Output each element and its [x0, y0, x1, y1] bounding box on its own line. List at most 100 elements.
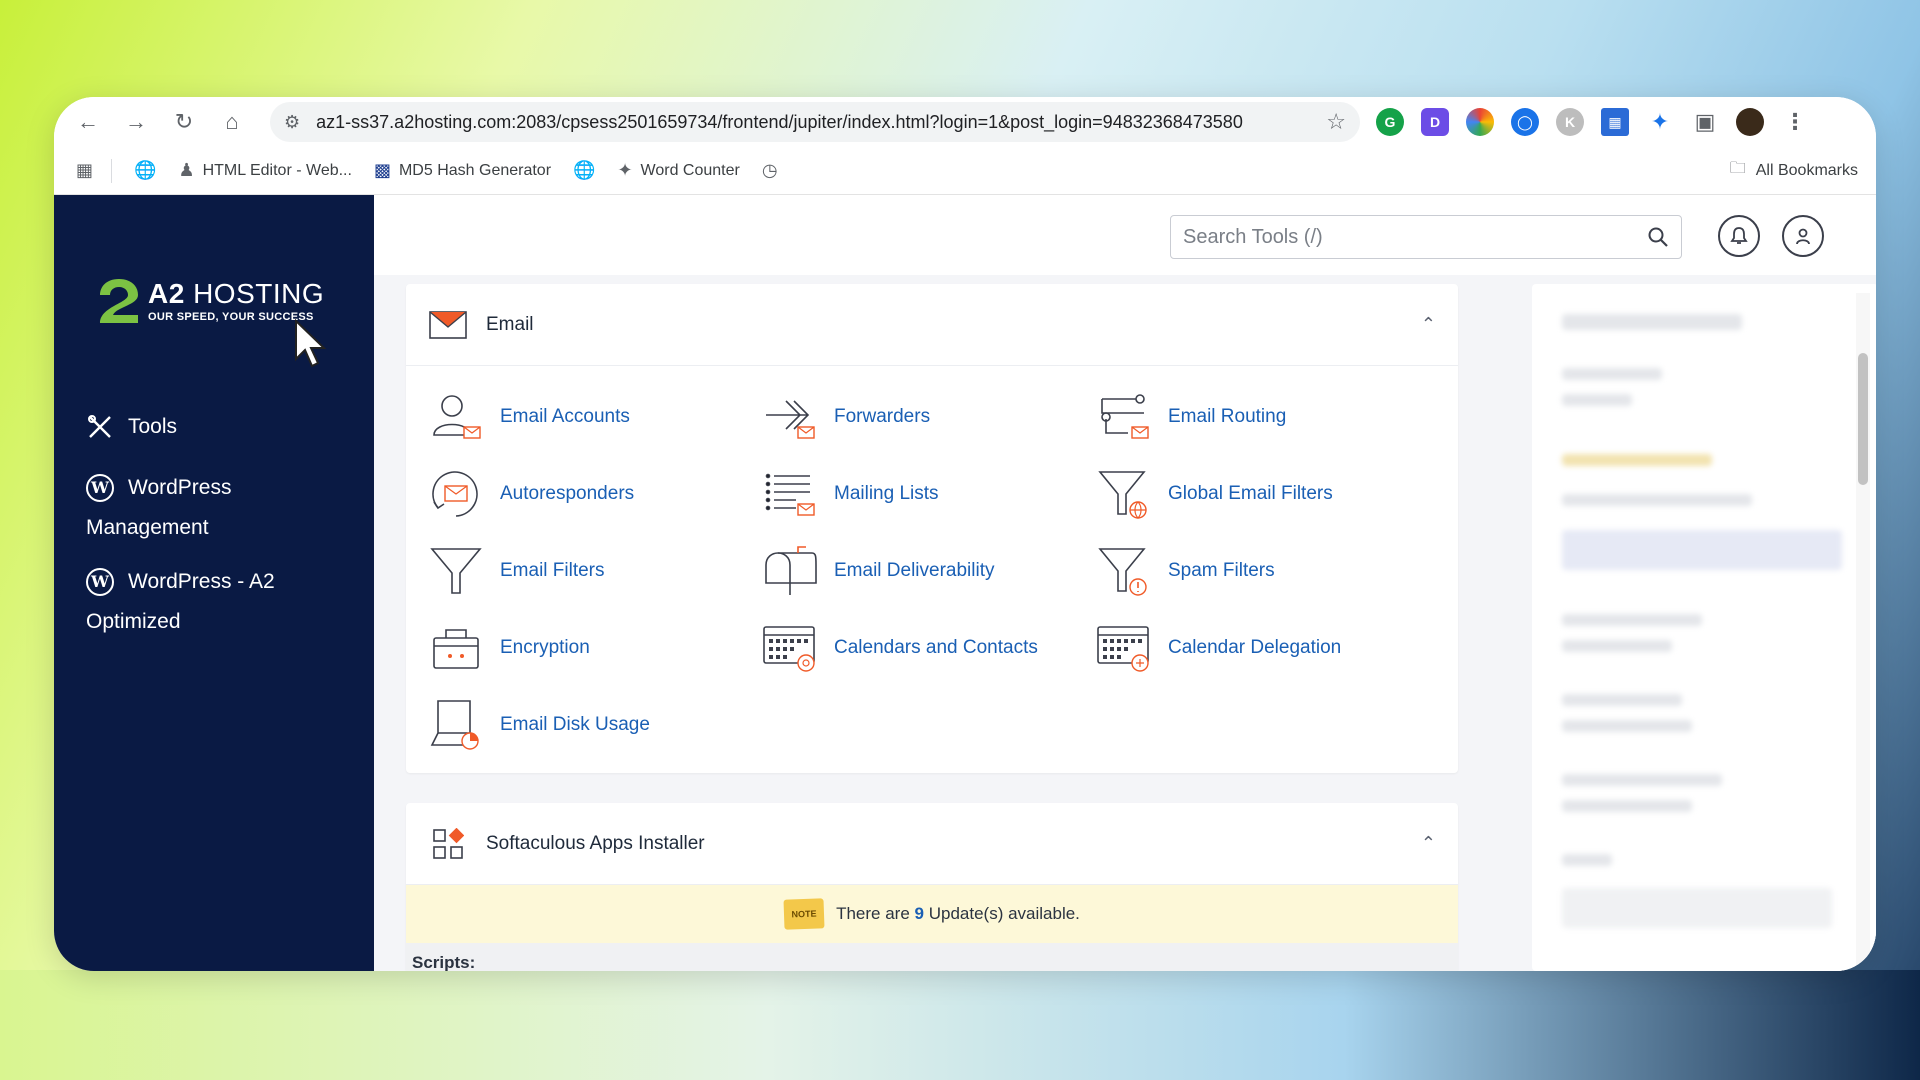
tool-email-disk-usage[interactable]: Email Disk Usage — [428, 686, 762, 763]
notifications-button[interactable] — [1718, 215, 1760, 257]
apps-grid-icon[interactable]: ▦ — [76, 160, 93, 181]
color-picker-icon[interactable] — [1466, 108, 1494, 136]
mouse-cursor-icon — [295, 319, 327, 368]
tool-autoresponders[interactable]: Autoresponders — [428, 455, 762, 532]
a2-logo-mark-icon — [100, 279, 138, 323]
bookmark-globe-2[interactable]: 🌐 — [573, 160, 595, 181]
search-icon[interactable] — [1647, 226, 1669, 248]
history-icon[interactable]: ◷ — [762, 160, 778, 181]
softaculous-section: Softaculous Apps Installer ⌃ NOTE There … — [406, 803, 1458, 971]
extensions-bar: G D ◯ K ▦ ✦ ▣ ⋮ — [1376, 108, 1809, 136]
email-section-header[interactable]: Email ⌃ — [406, 284, 1458, 366]
home-icon[interactable]: ⌂ — [212, 102, 252, 142]
tool-email-filters[interactable]: Email Filters — [428, 532, 762, 609]
email-section: Email ⌃ Email Accounts Forwarders Email … — [406, 284, 1458, 773]
search-placeholder: Search Tools (/) — [1183, 225, 1323, 248]
envelope-icon — [428, 305, 468, 345]
extension-d-icon[interactable]: D — [1421, 108, 1449, 136]
calendar-icon — [762, 620, 818, 676]
sidebar-item-label-line1: WordPress — [128, 476, 232, 499]
apps-installer-icon — [428, 824, 468, 864]
page-scrollbar[interactable] — [1856, 293, 1870, 971]
site-settings-icon[interactable]: ⚙ — [284, 112, 300, 133]
email-tools-grid: Email Accounts Forwarders Email Routing … — [406, 366, 1458, 773]
wordpress-icon: W — [86, 474, 114, 502]
desktop-background — [0, 970, 1920, 1080]
reload-icon[interactable]: ↻ — [164, 102, 204, 142]
bookmark-star-icon[interactable]: ☆ — [1326, 109, 1346, 135]
browser-menu-icon[interactable]: ⋮ — [1781, 108, 1809, 136]
bookmarks-bar: ▦ 🌐 ♟ HTML Editor - Web... ▩ MD5 Hash Ge… — [54, 147, 1876, 195]
bell-icon — [1730, 227, 1748, 244]
tool-mailing-lists[interactable]: Mailing Lists — [762, 455, 1096, 532]
tool-label: Autoresponders — [500, 482, 635, 504]
extension-k-icon[interactable]: K — [1556, 108, 1584, 136]
tool-label: Spam Filters — [1168, 559, 1275, 581]
sidebar-item-wordpress-management[interactable]: W WordPress Management — [86, 468, 231, 548]
tool-calendars-and-contacts[interactable]: Calendars and Contacts — [762, 609, 1096, 686]
globe-icon: 🌐 — [573, 160, 596, 180]
forward-icon[interactable]: → — [116, 102, 156, 142]
softaculous-section-title: Softaculous Apps Installer — [486, 832, 705, 854]
chevron-up-icon[interactable]: ⌃ — [1421, 833, 1436, 854]
tool-encryption[interactable]: Encryption — [428, 609, 762, 686]
wordpress-icon: W — [86, 568, 114, 596]
bookmark-word-counter[interactable]: ✦ Word Counter — [617, 160, 739, 181]
sidebar-item-label-line1: WordPress - A2 — [128, 570, 275, 593]
search-tools-input[interactable]: Search Tools (/) — [1170, 215, 1682, 259]
updates-notice: NOTE There are 9 Update(s) available. — [406, 885, 1458, 943]
a2-hosting-logo[interactable]: A2 HOSTING OUR SPEED, YOUR SUCCESS — [96, 275, 324, 327]
notice-suffix: Update(s) available. — [928, 904, 1080, 923]
logo-brand-a: A2 — [148, 277, 185, 309]
extension-map-icon[interactable]: ▦ — [1601, 108, 1629, 136]
sidebar-item-tools[interactable]: Tools — [86, 407, 177, 447]
tool-email-deliverability[interactable]: Email Deliverability — [762, 532, 1096, 609]
tool-global-email-filters[interactable]: Global Email Filters — [1096, 455, 1430, 532]
tool-label: Email Accounts — [500, 405, 630, 427]
address-bar[interactable]: ⚙ az1-ss37.a2hosting.com:2083/cpsess2501… — [270, 102, 1360, 142]
filter-icon — [428, 543, 484, 599]
bookmark-globe[interactable]: 🌐 — [134, 160, 156, 181]
mailbox-icon — [762, 543, 818, 599]
scrollbar-thumb[interactable] — [1858, 353, 1868, 485]
tool-forwarders[interactable]: Forwarders — [762, 378, 1096, 455]
bookmark-md5[interactable]: ▩ MD5 Hash Generator — [374, 160, 551, 181]
tool-label: Mailing Lists — [834, 482, 939, 504]
tools-icon — [86, 413, 114, 441]
tool-label: Global Email Filters — [1168, 482, 1333, 504]
email-section-title: Email — [486, 313, 534, 335]
all-bookmarks[interactable]: 🗀 All Bookmarks — [1730, 157, 1858, 184]
email-accounts-icon — [428, 389, 484, 445]
main-content: Search Tools (/) Email ⌃ Email Accounts … — [374, 195, 1876, 971]
user-menu-button[interactable] — [1782, 215, 1824, 257]
sidebar: A2 HOSTING OUR SPEED, YOUR SUCCESS Tools… — [54, 195, 374, 971]
extension-puzzle-blue-icon[interactable]: ✦ — [1646, 108, 1674, 136]
grammarly-icon[interactable]: G — [1376, 108, 1404, 136]
all-bookmarks-label: All Bookmarks — [1755, 161, 1858, 179]
logo-brand-b: HOSTING — [193, 277, 325, 309]
bookmark-html-editor[interactable]: ♟ HTML Editor - Web... — [178, 160, 352, 181]
top-bar: Search Tools (/) — [374, 195, 1876, 275]
tool-spam-filters[interactable]: Spam Filters — [1096, 532, 1430, 609]
tool-calendar-delegation[interactable]: Calendar Delegation — [1096, 609, 1430, 686]
email-routing-icon — [1096, 389, 1152, 445]
md5-icon: ▩ — [373, 160, 391, 180]
url-text[interactable]: az1-ss37.a2hosting.com:2083/cpsess250165… — [316, 112, 1326, 133]
chevron-up-icon[interactable]: ⌃ — [1421, 314, 1436, 335]
tool-email-routing[interactable]: Email Routing — [1096, 378, 1430, 455]
back-icon[interactable]: ← — [68, 102, 108, 142]
sidebar-item-wordpress-a2-optimized[interactable]: W WordPress - A2 Optimized — [86, 562, 275, 642]
extension-search-icon[interactable]: ◯ — [1511, 108, 1539, 136]
tool-label: Forwarders — [834, 405, 931, 427]
disk-usage-icon — [428, 697, 484, 753]
tool-label: Calendar Delegation — [1168, 636, 1342, 658]
softaculous-section-header[interactable]: Softaculous Apps Installer ⌃ — [406, 803, 1458, 885]
tool-email-accounts[interactable]: Email Accounts — [428, 378, 762, 455]
profile-avatar[interactable] — [1736, 108, 1764, 136]
mailing-lists-icon — [762, 466, 818, 522]
notice-count[interactable]: 9 — [915, 904, 924, 923]
folder-icon: 🗀 — [1729, 160, 1746, 177]
sidebar-item-label-line2: Optimized — [86, 610, 181, 633]
extensions-menu-icon[interactable]: ▣ — [1691, 108, 1719, 136]
bookmark-label: HTML Editor - Web... — [202, 161, 352, 179]
